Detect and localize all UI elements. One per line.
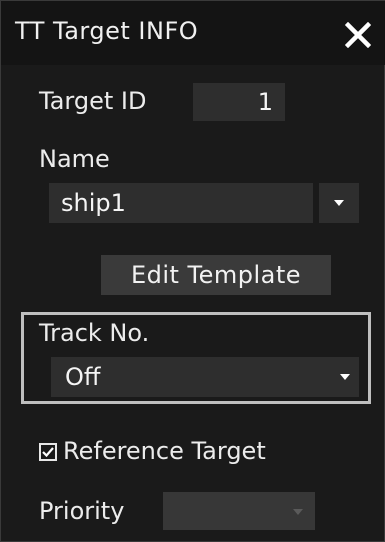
- track-no-label: Track No.: [39, 319, 150, 347]
- close-icon: [345, 22, 371, 48]
- target-id-field[interactable]: 1: [193, 83, 285, 121]
- dropdown-arrow-icon: [340, 374, 350, 380]
- window-title: TT Target INFO: [15, 17, 199, 45]
- close-button[interactable]: [337, 15, 379, 55]
- target-id-label: Target ID: [39, 87, 147, 115]
- name-dropdown-button[interactable]: [319, 183, 359, 223]
- name-label: Name: [39, 145, 110, 173]
- reference-target-label[interactable]: Reference Target: [63, 437, 266, 465]
- tt-target-info-panel: TT Target INFO Target ID 1 Name ship1 Ed…: [0, 0, 385, 542]
- title-bar: TT Target INFO: [1, 1, 385, 65]
- reference-target-checkbox[interactable]: [39, 443, 57, 461]
- edit-template-button[interactable]: Edit Template: [101, 255, 331, 295]
- checkmark-icon: [42, 447, 54, 458]
- priority-label: Priority: [39, 497, 125, 525]
- dropdown-arrow-icon: [334, 200, 344, 206]
- name-dropdown[interactable]: ship1: [49, 183, 313, 223]
- track-no-dropdown[interactable]: Off: [51, 357, 359, 397]
- dropdown-arrow-icon: [293, 509, 303, 515]
